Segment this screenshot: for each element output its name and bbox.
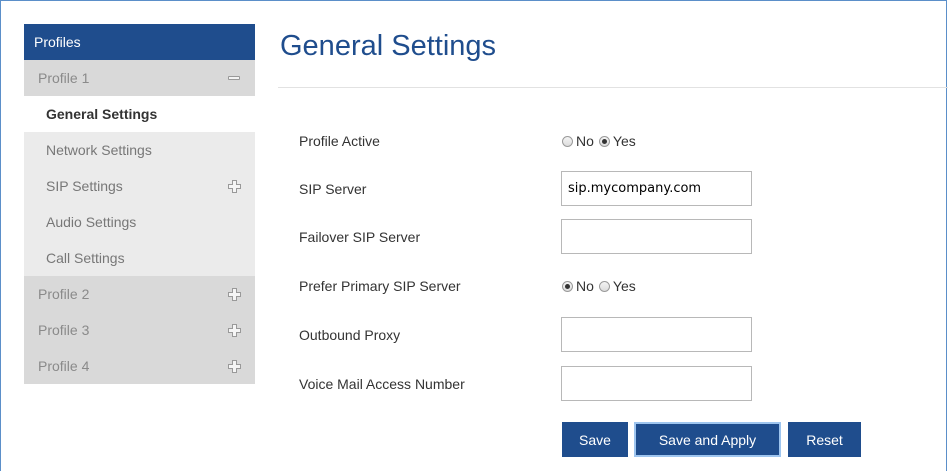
failover-sip-server-row: Failover SIP Server [299,219,769,255]
sidebar: Profiles Profile 1 General Settings Netw… [24,24,255,384]
voice-mail-label: Voice Mail Access Number [299,376,465,392]
failover-sip-server-label: Failover SIP Server [299,229,421,245]
sidebar-item-label: Network Settings [46,142,152,158]
sidebar-item-profile-2[interactable]: Profile 2 [24,276,255,312]
prefer-primary-no-radio[interactable] [562,280,573,292]
reset-button[interactable]: Reset [788,422,861,457]
sip-server-input[interactable] [561,171,752,206]
profile-active-row: Profile Active No Yes [299,123,769,159]
prefer-primary-row: Prefer Primary SIP Server No Yes [299,268,769,304]
sip-server-label: SIP Server [299,181,367,197]
voice-mail-input[interactable] [561,366,752,401]
sidebar-item-profile-1[interactable]: Profile 1 [24,60,255,96]
sidebar-item-label: General Settings [46,106,158,122]
sidebar-item-network-settings[interactable]: Network Settings [24,132,255,168]
sidebar-item-profile-4[interactable]: Profile 4 [24,348,255,384]
sidebar-item-label: SIP Settings [46,178,123,194]
radio-label: No [576,278,594,294]
failover-sip-server-input[interactable] [561,219,752,254]
sidebar-item-label: Profile 1 [38,70,90,86]
sidebar-item-audio-settings[interactable]: Audio Settings [24,204,255,240]
profile-active-no-radio[interactable] [562,135,573,147]
page-title: General Settings [280,30,497,62]
sidebar-header: Profiles [24,24,255,60]
sidebar-item-label: Profile 2 [38,286,90,302]
outbound-proxy-input[interactable] [561,317,752,352]
sidebar-item-profile-3[interactable]: Profile 3 [24,312,255,348]
sidebar-item-label: Audio Settings [46,214,137,230]
sip-server-row: SIP Server [299,171,769,207]
voice-mail-row: Voice Mail Access Number [299,366,769,402]
plus-icon[interactable] [227,312,241,348]
profile-active-label: Profile Active [299,133,380,149]
sidebar-item-sip-settings[interactable]: SIP Settings [24,168,255,204]
profile-active-radio-group: No Yes [562,123,641,159]
sidebar-item-call-settings[interactable]: Call Settings [24,240,255,276]
save-and-apply-button[interactable]: Save and Apply [634,422,781,457]
sidebar-item-general-settings[interactable]: General Settings [24,96,255,132]
plus-icon[interactable] [227,276,241,312]
radio-label: Yes [612,278,636,294]
sidebar-item-label: Profile 3 [38,322,90,338]
radio-label: No [576,133,594,149]
outbound-proxy-row: Outbound Proxy [299,317,769,353]
divider [278,87,948,88]
minus-icon[interactable] [227,60,241,96]
radio-label: Yes [612,133,636,149]
prefer-primary-radio-group: No Yes [562,268,641,304]
sidebar-item-label: Profile 4 [38,358,90,374]
outbound-proxy-label: Outbound Proxy [299,327,401,343]
plus-icon[interactable] [227,168,241,204]
profile-active-yes-radio[interactable] [598,135,610,147]
plus-icon[interactable] [227,348,241,384]
save-button[interactable]: Save [562,422,628,457]
prefer-primary-yes-radio[interactable] [598,280,610,292]
sidebar-item-label: Call Settings [46,250,125,266]
prefer-primary-label: Prefer Primary SIP Server [299,278,461,294]
